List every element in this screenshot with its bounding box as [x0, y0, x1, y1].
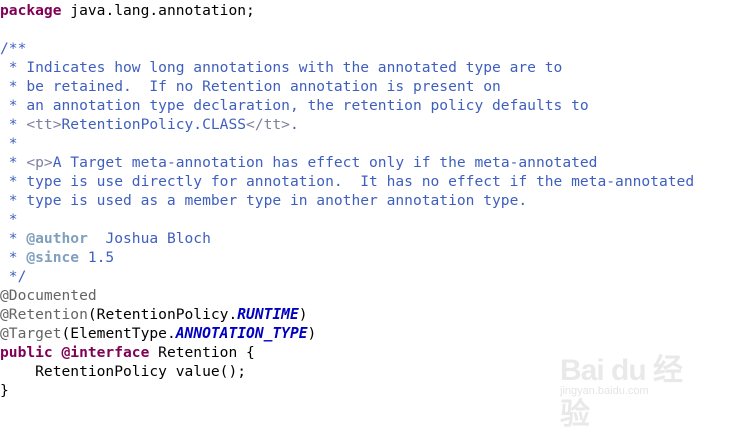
javadoc-close: */ [0, 268, 27, 285]
package-name: java.lang.annotation; [61, 2, 255, 19]
interface-name: Retention { [149, 344, 255, 361]
interface-declaration-line: public @interface Retention { [0, 343, 255, 362]
retention-annotation-line: @Retention(RetentionPolicy.RUNTIME) [0, 305, 308, 324]
javadoc-line-6: * <p>A Target meta-annotation has effect… [0, 153, 598, 172]
javadoc-open: /** [0, 40, 27, 57]
author-tag: @author [26, 230, 88, 247]
javadoc-since-line: * @since 1.5 [0, 248, 114, 267]
documented-annotation: @Documented [0, 287, 97, 304]
p-text: A Target meta-annotation has effect only… [52, 154, 598, 171]
tt-close-tag: </tt> [246, 116, 290, 133]
baidu-jingyan-watermark: Bai du 经验 jingyan.baidu.com [560, 345, 710, 431]
javadoc-line-9: * [0, 211, 18, 228]
interface-keyword: @interface [52, 344, 150, 361]
method-declaration: RetentionPolicy value(); [0, 363, 247, 380]
retention-annotation: @Retention [0, 306, 88, 323]
package-line: package java.lang.annotation; [0, 1, 255, 20]
target-annotation: @Target [0, 325, 62, 342]
retention-open: (RetentionPolicy. [87, 306, 238, 323]
javadoc-line-3: * an annotation type declaration, the re… [0, 97, 589, 114]
javadoc-line-5: * [0, 135, 18, 152]
tt-open-tag: <tt> [26, 116, 62, 133]
since-value: 1.5 [79, 249, 115, 266]
javadoc-line-8: * type is used as a member type in anoth… [0, 192, 528, 209]
watermark-subtitle: jingyan.baidu.com [560, 385, 649, 397]
retention-close: ) [298, 306, 308, 323]
javadoc-line-1: * Indicates how long annotations with th… [0, 59, 563, 76]
since-prefix: * [0, 249, 27, 266]
javadoc-line-4: * <tt>RetentionPolicy.CLASS</tt>. [0, 115, 299, 134]
package-keyword: package [0, 2, 62, 19]
tt-end: . [289, 116, 299, 133]
retention-constant: RUNTIME [237, 306, 299, 323]
p-tag: <p> [26, 154, 53, 171]
target-close: ) [307, 325, 317, 342]
target-annotation-line: @Target(ElementType.ANNOTATION_TYPE) [0, 324, 316, 343]
target-constant: ANNOTATION_TYPE [175, 325, 308, 342]
javadoc-line-7: * type is use directly for annotation. I… [0, 173, 695, 190]
since-tag: @since [26, 249, 80, 266]
author-prefix: * [0, 230, 27, 247]
public-keyword: public [0, 344, 53, 361]
closing-brace: } [0, 382, 9, 399]
javadoc-line-2: * be retained. If no Retention annotatio… [0, 78, 501, 95]
target-open: (ElementType. [61, 325, 176, 342]
javadoc-prefix: * [0, 154, 27, 171]
tt-text: RetentionPolicy.CLASS [61, 116, 247, 133]
javadoc-author-line: * @author Joshua Bloch [0, 229, 211, 248]
author-name: Joshua Bloch [87, 230, 211, 247]
javadoc-prefix: * [0, 116, 27, 133]
code-editor[interactable]: package java.lang.annotation; /** * Indi… [0, 0, 730, 431]
